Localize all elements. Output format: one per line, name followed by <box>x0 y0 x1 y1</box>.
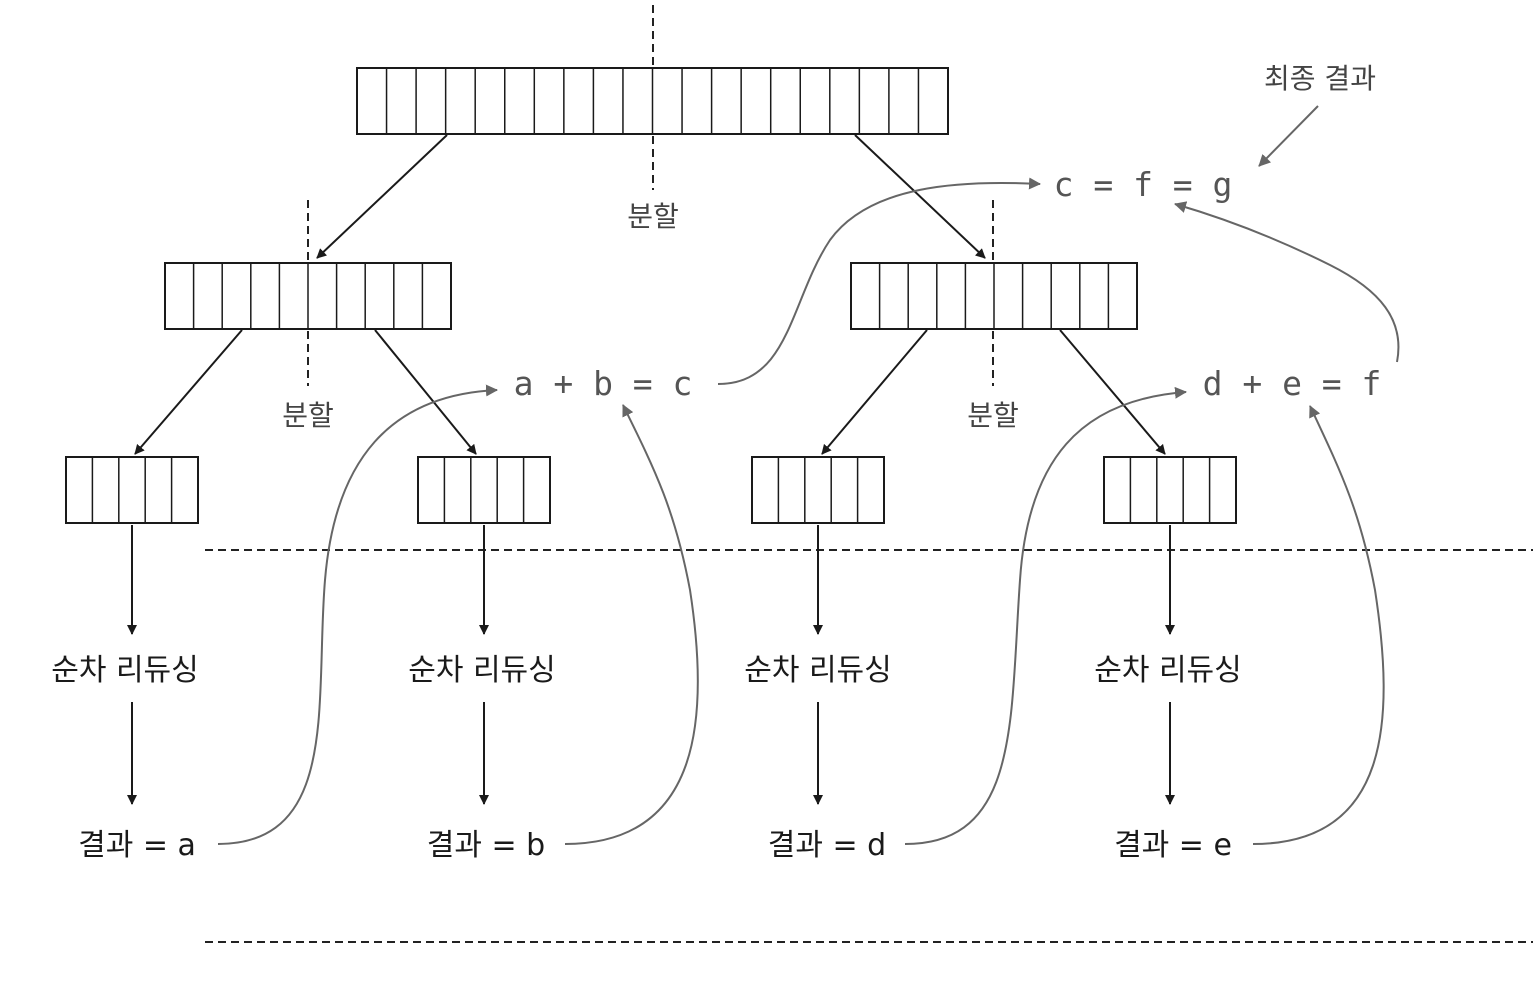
result-b: 결과 = b <box>427 828 545 863</box>
final-result-pointer <box>1258 105 1319 167</box>
split-label-root: 분할 <box>627 200 679 233</box>
equation-d-e-f: d + e = f <box>1203 364 1382 403</box>
array-leaf-3 <box>751 456 885 524</box>
fork-arrow-left-1 <box>134 329 243 455</box>
sequential-reduce-label-2: 순차 리듀싱 <box>408 653 556 688</box>
fork-arrow-root-right <box>854 134 986 259</box>
fork-arrow-root-left <box>316 134 448 259</box>
split-label-right: 분할 <box>967 399 1019 432</box>
array-outline <box>751 456 885 524</box>
fork-arrow-right-1 <box>821 329 928 455</box>
fork-join-diagram: 분할 분할 분할 순차 리듀싱 순차 리듀싱 순차 리듀싱 순차 리듀싱 결과 … <box>51 5 1533 943</box>
merge-curve-b <box>564 404 699 845</box>
array-left-half <box>164 262 452 330</box>
array-right-half <box>850 262 1138 330</box>
merge-curve-e <box>1252 405 1385 845</box>
result-a: 결과 = a <box>78 828 196 863</box>
sequential-reduce-label-1: 순차 리듀싱 <box>51 653 199 688</box>
fork-arrow-left-2 <box>374 329 477 455</box>
array-leaf-1 <box>65 456 199 524</box>
array-leaf-4 <box>1103 456 1237 524</box>
array-leaf-2 <box>417 456 551 524</box>
equation-c-f-g: c = f = g <box>1054 165 1233 204</box>
merge-curve-f <box>1174 201 1400 363</box>
array-outline <box>1103 456 1237 524</box>
sequential-reduce-label-4: 순차 리듀싱 <box>1094 653 1242 688</box>
final-result-label: 최종 결과 <box>1264 62 1376 95</box>
array-outline <box>65 456 199 524</box>
sequential-reduce-label-3: 순차 리듀싱 <box>744 653 892 688</box>
result-d: 결과 = d <box>768 828 886 863</box>
split-label-left: 분할 <box>282 399 334 432</box>
equation-a-b-c: a + b = c <box>514 364 693 403</box>
array-outline <box>417 456 551 524</box>
array-root <box>356 67 949 135</box>
result-e: 결과 = e <box>1114 828 1232 863</box>
